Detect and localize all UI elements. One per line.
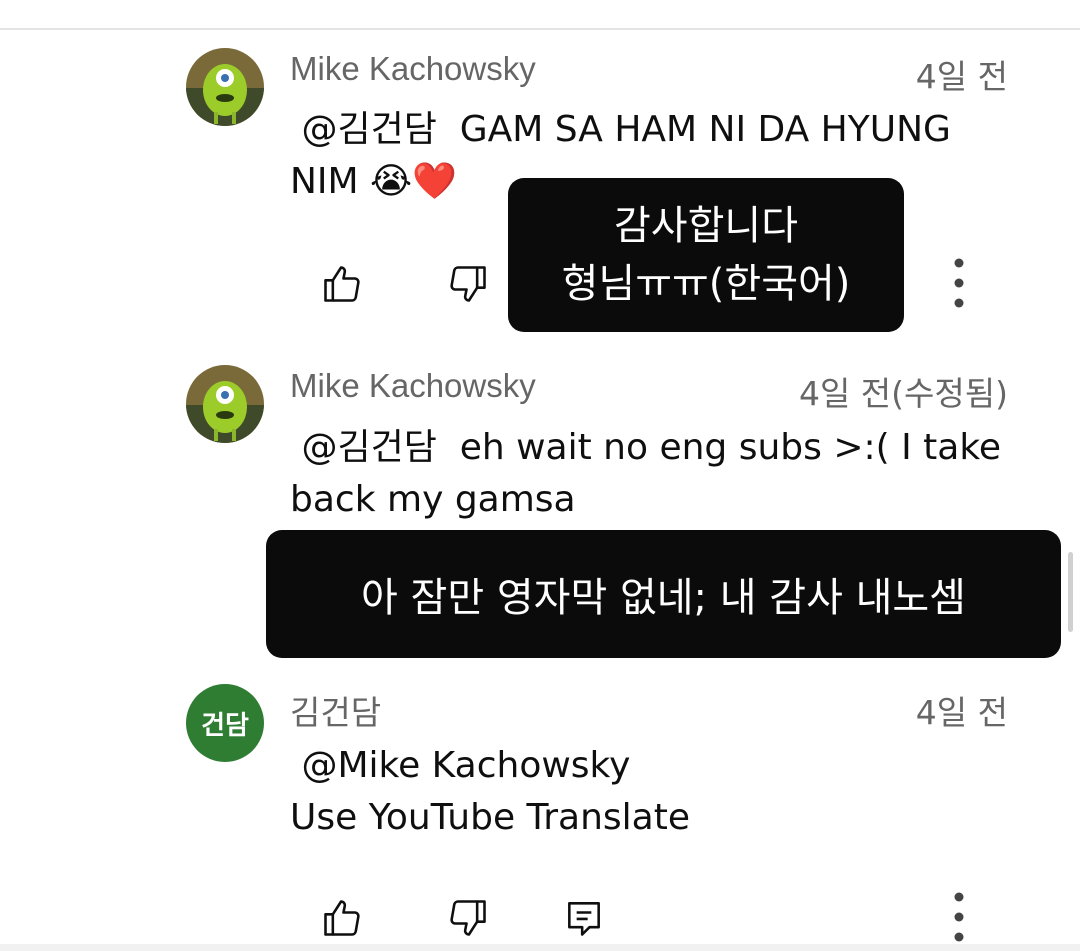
avatar[interactable]: 건담 <box>186 684 264 762</box>
comment-time: 4일 전 <box>915 693 1008 732</box>
comment-thread: Mike Kachowsky 4일 전 @김건담 GAM SA HAM NI D… <box>0 0 1080 951</box>
thumbs-down-icon[interactable] <box>446 262 490 306</box>
avatar-image <box>186 365 264 443</box>
translation-overlay-2: 아 잠만 영자막 없네; 내 감사 내노셈 <box>266 530 1061 658</box>
comment-text: @Mike Kachowsky Use YouTube Translate <box>290 745 690 838</box>
avatar[interactable] <box>186 365 264 443</box>
comment-time: 4일 전(수정됨) <box>798 374 1008 413</box>
more-vertical-icon[interactable] <box>944 890 974 944</box>
avatar-image <box>186 48 264 126</box>
thumbs-up-icon[interactable] <box>320 896 364 940</box>
comment-time: 4일 전 <box>915 57 1008 96</box>
translation-overlay-1: 감사합니다 형님ㅠㅠ(한국어) <box>508 178 904 332</box>
top-divider <box>0 28 1080 30</box>
comment-author[interactable]: 김건담 <box>290 686 381 734</box>
scrollbar[interactable] <box>1068 552 1073 632</box>
bottom-divider <box>0 944 1080 951</box>
comment-author[interactable]: Mike Kachowsky <box>290 367 536 405</box>
thumbs-up-icon[interactable] <box>320 262 364 306</box>
more-vertical-icon[interactable] <box>944 256 974 310</box>
comment-author[interactable]: Mike Kachowsky <box>290 50 536 88</box>
thumbs-down-icon[interactable] <box>446 896 490 940</box>
avatar[interactable] <box>186 48 264 126</box>
reply-icon[interactable] <box>562 896 606 940</box>
comment-text: @김건담 eh wait no eng subs >:( I take back… <box>290 427 1002 520</box>
